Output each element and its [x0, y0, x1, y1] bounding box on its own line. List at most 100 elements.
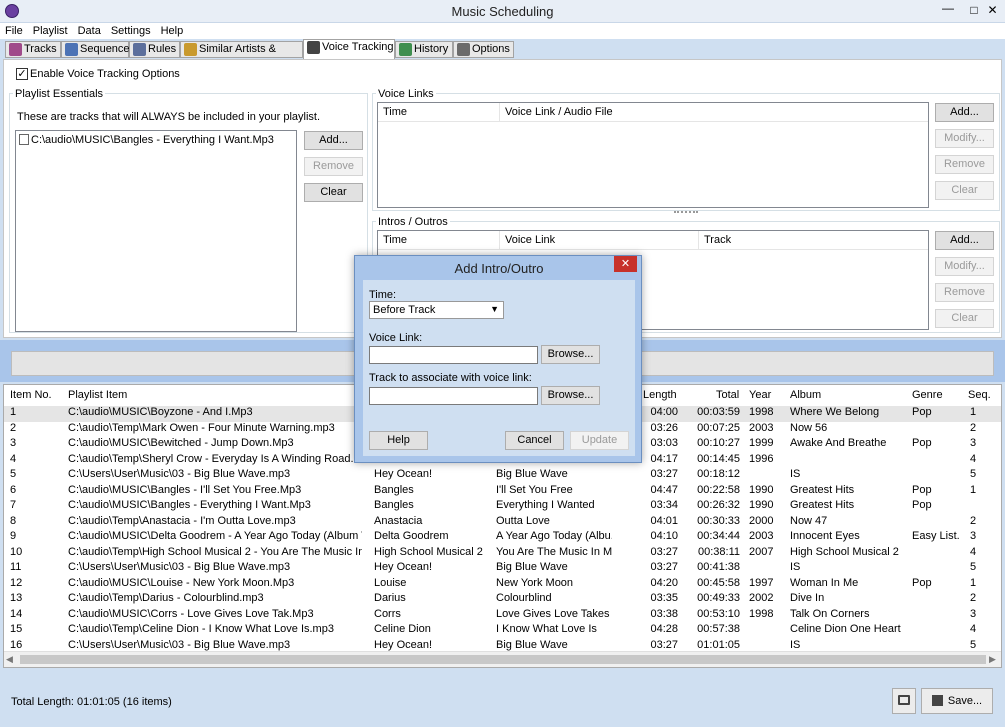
essentials-list[interactable]: C:\audio\MUSIC\Bangles - Everything I Wa… — [15, 130, 297, 332]
scroll-thumb[interactable] — [20, 655, 986, 664]
tab-history[interactable]: History — [395, 41, 453, 58]
cell-title: A Year Ago Today (Albu... — [496, 530, 612, 542]
tab-label: Rules — [148, 43, 177, 55]
column-time[interactable]: Time — [378, 103, 500, 122]
voice-links-remove-button[interactable]: Remove — [935, 155, 994, 174]
tab-options[interactable]: Options — [453, 41, 514, 58]
menu-data[interactable]: Data — [73, 23, 106, 39]
tab-voice-tracking[interactable]: Voice Tracking — [303, 39, 395, 59]
status-bar: Total Length: 01:01:05 (16 items) Save..… — [0, 680, 1005, 727]
scroll-right-arrow[interactable]: ▶ — [989, 654, 996, 665]
column-time[interactable]: Time — [378, 231, 500, 250]
essentials-clear-button[interactable]: Clear — [304, 183, 363, 202]
dialog-close-button[interactable]: ✕ — [614, 256, 637, 272]
cell-genre: Pop — [912, 483, 932, 496]
minimize-button[interactable]: — — [935, 0, 961, 20]
table-row[interactable]: 15 C:\audio\Temp\Celine Dion - I Know Wha… — [4, 623, 1001, 639]
intros-remove-button[interactable]: Remove — [935, 283, 994, 302]
cell-artist: Corrs — [374, 607, 401, 620]
table-row[interactable]: 13 C:\audio\Temp\Darius - Colourblind.mp3… — [4, 592, 1001, 608]
window-title: Music Scheduling — [451, 4, 554, 19]
column-genre[interactable]: Genre — [912, 385, 943, 405]
save-button[interactable]: Save... — [921, 688, 993, 714]
track-browse-button[interactable]: Browse... — [541, 386, 600, 405]
column-length[interactable]: Length — [643, 385, 677, 405]
cell-year: 1999 — [749, 437, 774, 449]
cell-album: High School Musical 2 — [790, 545, 899, 558]
cell-item: C:\Users\User\Music\03 - Big Blue Wave.m… — [68, 561, 291, 573]
enable-voice-tracking-checkbox[interactable]: ✓ — [16, 68, 28, 80]
voice-links-clear-button[interactable]: Clear — [935, 181, 994, 200]
column-track[interactable]: Track — [699, 231, 928, 250]
track-input[interactable] — [369, 387, 538, 405]
history-icon — [399, 43, 412, 56]
tab-rules[interactable]: Rules — [129, 41, 180, 58]
cell-seq: 1 — [970, 576, 977, 589]
tab-label: History — [414, 43, 449, 55]
table-row[interactable]: 7 C:\audio\MUSIC\Bangles - Everything I W… — [4, 499, 1001, 515]
options-icon — [457, 43, 470, 56]
column-playlist-item[interactable]: Playlist Item — [68, 385, 127, 405]
table-row[interactable]: 9 C:\audio\MUSIC\Delta Goodrem - A Year A… — [4, 530, 1001, 546]
tab-sequence[interactable]: Sequence — [61, 41, 130, 58]
close-button[interactable]: ✕ — [980, 0, 1005, 20]
cell-no: 12 — [10, 576, 23, 589]
column-year[interactable]: Year — [749, 385, 771, 405]
intros-clear-button[interactable]: Clear — [935, 309, 994, 328]
cell-seq: 2 — [970, 514, 977, 527]
scroll-left-arrow[interactable]: ◀ — [6, 654, 13, 665]
table-row[interactable]: 6 C:\audio\MUSIC\Bangles - I'll Set You F… — [4, 484, 1001, 500]
intros-modify-button[interactable]: Modify... — [935, 257, 994, 276]
cell-seq: 5 — [970, 638, 977, 651]
table-row[interactable]: 14 C:\audio\MUSIC\Corrs - Love Gives Love… — [4, 608, 1001, 624]
voice-links-modify-button[interactable]: Modify... — [935, 129, 994, 148]
update-button[interactable]: Update — [570, 431, 629, 450]
enable-voice-tracking-label: Enable Voice Tracking Options — [30, 68, 180, 80]
cell-total: 00:26:32 — [697, 499, 740, 511]
column-album[interactable]: Album — [790, 385, 821, 405]
horizontal-scrollbar[interactable]: ◀ ▶ — [4, 651, 1001, 667]
column-seq[interactable]: Seq. — [968, 385, 991, 405]
table-row[interactable]: 12 C:\audio\MUSIC\Louise - New York Moon.… — [4, 577, 1001, 593]
essentials-add-button[interactable]: Add... — [304, 131, 363, 150]
intros-add-button[interactable]: Add... — [935, 231, 994, 250]
column-item-no[interactable]: Item No. — [10, 385, 52, 405]
cell-length: 03:03 — [650, 437, 678, 449]
time-select[interactable]: Before Track ▼ — [369, 301, 504, 319]
menu-playlist[interactable]: Playlist — [28, 23, 73, 39]
intros-outros-header: Time Voice Link Track — [378, 231, 928, 250]
print-button[interactable] — [892, 688, 916, 714]
table-row[interactable]: 8 C:\audio\Temp\Anastacia - I'm Outta Lov… — [4, 515, 1001, 531]
cell-artist: Darius — [374, 592, 406, 604]
cell-no: 11 — [10, 561, 22, 573]
menu-bar: File Playlist Data Settings Help — [0, 23, 1005, 39]
cell-item: C:\Users\User\Music\03 - Big Blue Wave.m… — [68, 638, 291, 651]
track-label: Track to associate with voice link: — [369, 372, 532, 384]
tab-tracks[interactable]: Tracks — [5, 41, 61, 58]
table-row[interactable]: 5 C:\Users\User\Music\03 - Big Blue Wave.… — [4, 468, 1001, 484]
column-voice-link-file[interactable]: Voice Link / Audio File — [500, 103, 928, 122]
tab-bar: Tracks Sequence Rules Similar Artists & … — [0, 39, 1005, 70]
cell-length: 03:34 — [650, 499, 678, 511]
table-row[interactable]: 11 C:\Users\User\Music\03 - Big Blue Wave… — [4, 561, 1001, 577]
splitter-handle[interactable] — [674, 211, 698, 214]
cell-item: C:\audio\MUSIC\Bangles - I'll Set You Fr… — [68, 483, 302, 496]
voice-link-browse-button[interactable]: Browse... — [541, 345, 600, 364]
cell-length: 04:20 — [650, 576, 678, 589]
essentials-remove-button[interactable]: Remove — [304, 157, 363, 176]
cell-length: 04:17 — [650, 452, 678, 465]
column-total[interactable]: Total — [716, 385, 739, 405]
menu-help[interactable]: Help — [156, 23, 189, 39]
voice-links-list[interactable]: Time Voice Link / Audio File — [377, 102, 929, 208]
menu-settings[interactable]: Settings — [106, 23, 156, 39]
list-item[interactable]: C:\audio\MUSIC\Bangles - Everything I Wa… — [19, 134, 274, 146]
cancel-button[interactable]: Cancel — [505, 431, 564, 450]
menu-file[interactable]: File — [0, 23, 28, 39]
voice-links-add-button[interactable]: Add... — [935, 103, 994, 122]
voice-link-input[interactable] — [369, 346, 538, 364]
cell-total: 00:18:12 — [697, 468, 740, 480]
table-row[interactable]: 10 C:\audio\Temp\High School Musical 2 - … — [4, 546, 1001, 562]
tab-similar-artists[interactable]: Similar Artists & Titles — [180, 41, 303, 70]
column-voice-link[interactable]: Voice Link — [500, 231, 699, 250]
help-button[interactable]: Help — [369, 431, 428, 450]
